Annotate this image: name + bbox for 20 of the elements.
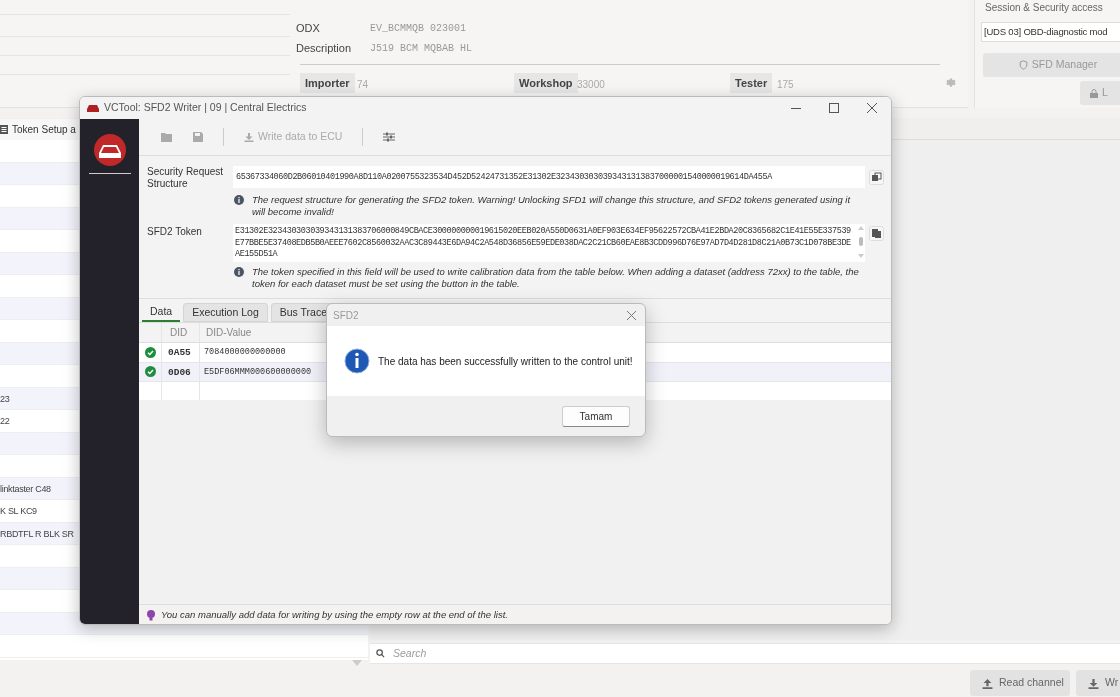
field-value: 74 (357, 78, 369, 92)
tip-text: You can manually add data for writing by using the empty row at the end of the list. (161, 608, 508, 623)
field-label: Importer (300, 73, 355, 93)
table-cell: 0A55 (161, 343, 199, 362)
table-cell: 0D06 (161, 362, 199, 381)
info-text: The request structure for generating the SFD2 token. Warning! Unlocking SFD1 will change this structure, and SFD2 tokens generated using it will become invalid! (252, 194, 852, 218)
field-label: Workshop (514, 73, 578, 93)
info-text: The token specified in this field will be used to write calibration data from the table below. When adding a dataset (address 72xx) to the table, the token for each dataset must be set using the button in the table. (252, 266, 860, 290)
field-value: EV_BCMMQB 023001 (370, 22, 466, 36)
field-label: Description (296, 41, 352, 56)
field-label: Security Request Structure (147, 166, 225, 190)
field-label: ODX (296, 21, 320, 36)
column-header: DID (161, 323, 199, 342)
field-label: SFD2 Token (147, 225, 203, 239)
field-value: 175 (777, 78, 794, 92)
window-title: VCTool: SFD2 Writer | 09 | Central Electrics (104, 100, 307, 116)
panel-title: Session & Security access (985, 1, 1103, 15)
field-label: Tester (730, 73, 773, 93)
field-value: 33000 (577, 78, 605, 92)
field-value: J519 BCM MQBAB HL (370, 42, 473, 56)
